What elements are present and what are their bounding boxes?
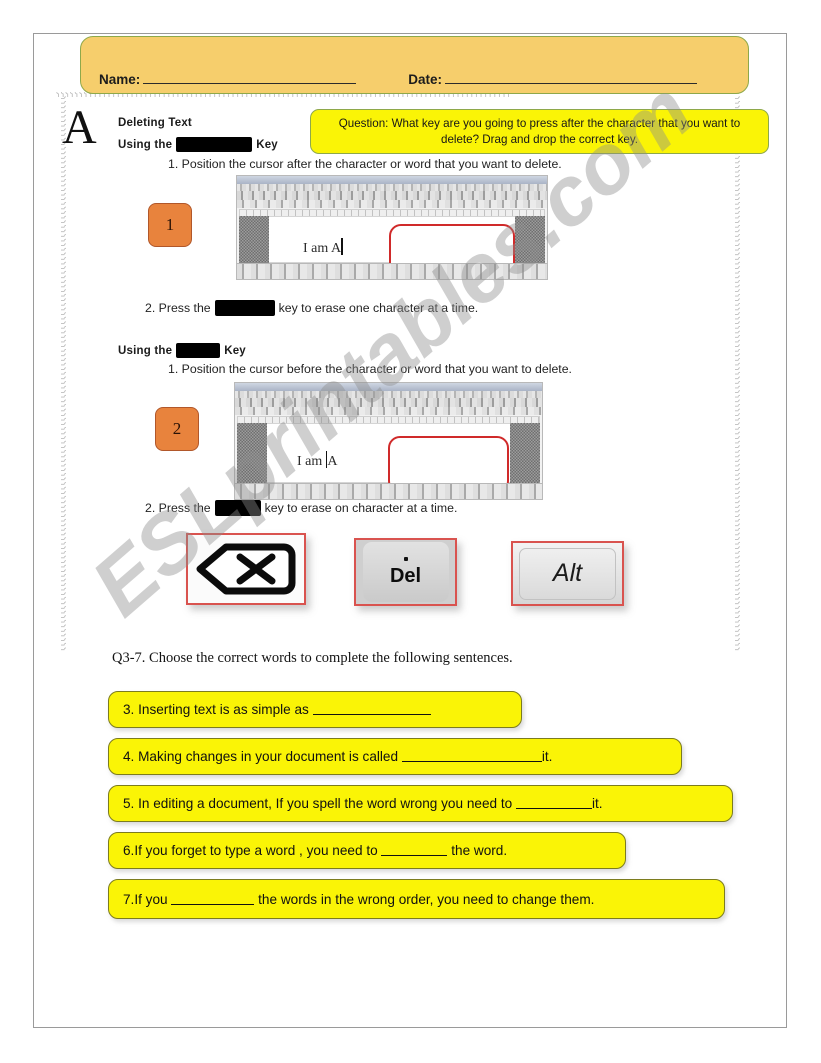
name-label: Name:	[99, 72, 141, 87]
name-date-field-row: Name: Date:	[99, 71, 734, 87]
period-dot-icon	[403, 556, 408, 561]
exercise-prompt: Q3-7. Choose the correct words to comple…	[112, 650, 513, 666]
name-input-line[interactable]	[143, 71, 357, 84]
delete-key-label: Del	[389, 564, 422, 587]
backspace-step-2: 2. Press the key to erase one character …	[145, 300, 478, 316]
backspace-key-option[interactable]	[186, 533, 306, 605]
delete-key-face: Del	[362, 542, 449, 602]
sentence-text-6: 6.If you forget to type a word , you nee…	[109, 843, 507, 858]
word-toolbar-secondary	[237, 200, 547, 208]
word-statusbar	[235, 483, 542, 499]
word-text-before-cursor: I am	[297, 454, 326, 469]
word-screenshot-delete: I am A	[234, 382, 543, 500]
alt-key-label: Alt	[552, 559, 583, 587]
text-cursor	[341, 238, 343, 255]
redacted-key-name-backspace-step	[214, 300, 275, 316]
word-menubar	[235, 391, 542, 398]
sentence-text-4: 4. Making changes in your document is ca…	[109, 749, 552, 764]
sentence-6-before: 6.If you forget to type a word , you nee…	[123, 843, 382, 858]
using-backspace-heading: Using the Key	[118, 137, 278, 152]
word-document-text: I am A	[303, 238, 343, 257]
sentence-7-before: 7.If you	[123, 891, 172, 907]
answer-blank-5[interactable]	[515, 797, 592, 809]
answer-blank-3[interactable]	[312, 703, 431, 715]
delete-key-option[interactable]: Del	[354, 538, 457, 606]
word-menubar	[237, 184, 547, 191]
sentence-4-after: it.	[541, 749, 553, 764]
word-right-gutter	[510, 423, 540, 483]
sentence-7-after: the words in the wrong order, you need t…	[254, 891, 595, 907]
word-left-gutter	[237, 423, 267, 483]
sentence-text-5: 5. In editing a document, If you spell t…	[109, 796, 603, 811]
using-prefix-label: Using the	[118, 138, 173, 151]
sentence-box-5[interactable]: 5. In editing a document, If you spell t…	[108, 785, 733, 822]
word-statusbar	[237, 263, 547, 279]
sentence-text-7: 7.If you the words in the wrong order, y…	[109, 892, 594, 907]
alt-key-face: Alt	[519, 547, 616, 600]
answer-blank-4[interactable]	[401, 750, 542, 762]
backspace-step2-prefix: 2. Press the	[145, 301, 211, 315]
word-left-gutter	[239, 216, 269, 263]
using-suffix-label-delete: Key	[224, 344, 246, 357]
backspace-step2-suffix: key to erase one character at a time.	[278, 301, 479, 315]
date-input-line[interactable]	[445, 71, 698, 84]
sentence-4-before: 4. Making changes in your document is ca…	[123, 749, 402, 764]
sentence-5-before: 5. In editing a document, If you spell t…	[123, 796, 516, 811]
backspace-icon	[196, 543, 296, 595]
question-callout: Question: What key are you going to pres…	[310, 109, 769, 154]
sentence-box-7[interactable]: 7.If you the words in the wrong order, y…	[108, 879, 725, 919]
sentence-6-after: the word.	[447, 843, 508, 858]
using-suffix-label: Key	[256, 138, 278, 151]
word-screenshot-backspace: I am A	[236, 175, 548, 280]
section-letter-marker: A	[62, 101, 97, 154]
sentence-box-4[interactable]: 4. Making changes in your document is ca…	[108, 738, 682, 775]
word-text-value: I am A	[303, 241, 342, 256]
using-prefix-label-delete: Using the	[118, 344, 173, 357]
question-callout-text: Question: What key are you going to pres…	[338, 117, 741, 146]
redacted-key-name-delete-step	[214, 500, 261, 516]
redacted-key-name-backspace	[176, 137, 253, 152]
delete-step2-suffix: key to erase on character at a time.	[264, 501, 458, 515]
sentence-5-after: it.	[591, 796, 603, 811]
step-badge-1: 1	[148, 203, 192, 247]
step-badge-2: 2	[155, 407, 199, 451]
sentence-box-6[interactable]: 6.If you forget to type a word , you nee…	[108, 832, 626, 869]
using-delete-heading: Using the Key	[118, 343, 246, 358]
delete-step-2: 2. Press the key to erase on character a…	[145, 500, 457, 516]
alt-key-option[interactable]: Alt	[511, 541, 624, 606]
lesson-title: Deleting Text	[118, 117, 192, 129]
backspace-step-1: 1. Position the cursor after the charact…	[168, 157, 562, 171]
word-right-gutter	[515, 216, 545, 263]
sentence-text-3: 3. Inserting text is as simple as	[109, 702, 431, 717]
name-date-banner: Name: Date:	[80, 36, 749, 94]
word-toolbar-secondary	[235, 407, 542, 415]
sentence-3-before: 3. Inserting text is as simple as	[123, 702, 313, 717]
answer-blank-6[interactable]	[381, 844, 448, 856]
word-text-after-cursor: A	[327, 454, 338, 469]
delete-step-1: 1. Position the cursor before the charac…	[168, 362, 572, 376]
answer-blank-7[interactable]	[171, 893, 255, 905]
delete-step2-prefix: 2. Press the	[145, 501, 211, 515]
sentence-box-3[interactable]: 3. Inserting text is as simple as	[108, 691, 522, 728]
word-document-text: I am A	[297, 451, 337, 470]
date-label: Date:	[408, 72, 443, 87]
redacted-key-name-delete	[176, 343, 221, 358]
